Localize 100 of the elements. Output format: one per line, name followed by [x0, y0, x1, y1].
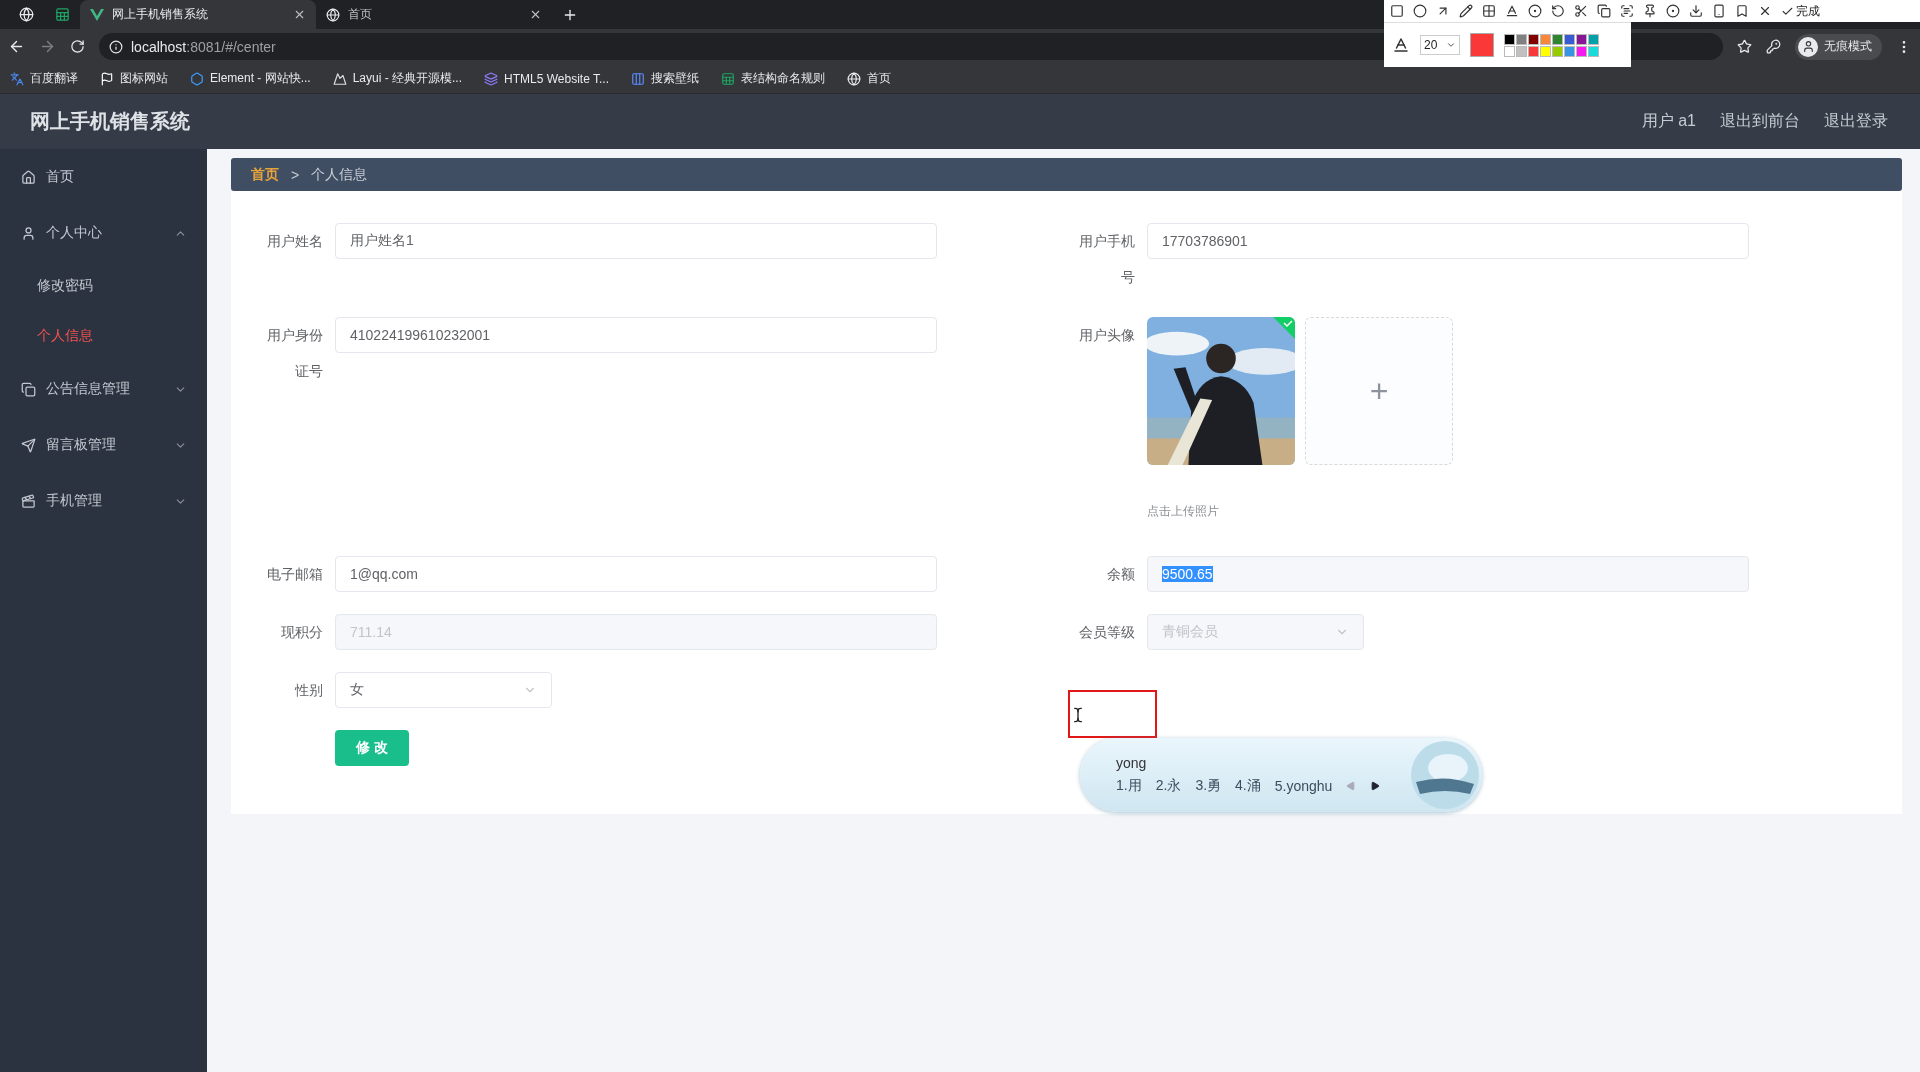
forward-icon[interactable]: [39, 38, 56, 55]
color-swatch[interactable]: [1588, 45, 1599, 57]
ime-candidate[interactable]: 3.勇: [1195, 777, 1222, 795]
color-swatch[interactable]: [1516, 33, 1527, 45]
info-icon: [109, 39, 123, 54]
sidebar-item[interactable]: 首页: [0, 149, 207, 205]
hexagon-icon: [190, 71, 204, 86]
breadcrumb-link[interactable]: 首页: [251, 165, 279, 184]
next-page-icon[interactable]: [1370, 781, 1381, 791]
done-button[interactable]: 完成: [1781, 2, 1820, 20]
download-icon[interactable]: [1689, 4, 1703, 18]
input-field[interactable]: 17703786901: [1147, 223, 1749, 259]
font-size-select[interactable]: 20: [1420, 35, 1460, 55]
ime-composition-text: yong: [1116, 755, 1148, 771]
bookmark-link[interactable]: 搜索壁纸: [631, 70, 699, 87]
bookmark-icon[interactable]: [1735, 4, 1749, 18]
select-field[interactable]: 女: [335, 672, 552, 708]
sheet-icon: [721, 71, 735, 86]
phone-icon[interactable]: [1712, 4, 1726, 18]
key-icon[interactable]: [1766, 39, 1781, 54]
header-link[interactable]: 用户 a1: [1641, 111, 1696, 132]
scan-text-icon[interactable]: [1620, 4, 1634, 18]
header-link[interactable]: 退出登录: [1824, 111, 1888, 132]
undo-icon[interactable]: [1551, 4, 1565, 18]
color-swatch[interactable]: [1588, 33, 1599, 45]
color-swatch[interactable]: [1564, 45, 1575, 57]
rectangle-icon[interactable]: [1390, 4, 1404, 18]
input-field[interactable]: 410224199610232001: [335, 317, 937, 353]
color-swatch[interactable]: [1552, 45, 1563, 57]
field-label: 性别: [293, 681, 323, 700]
pencil-icon[interactable]: [1459, 4, 1473, 18]
close-icon[interactable]: [1758, 4, 1772, 18]
field-label: 现积分: [280, 623, 323, 642]
sheet-icon: [54, 7, 70, 22]
ime-candidate[interactable]: 4.涌: [1235, 777, 1261, 795]
close-icon[interactable]: [529, 8, 542, 21]
color-swatch[interactable]: [1552, 33, 1563, 45]
sidebar-subitem[interactable]: 修改密码: [0, 261, 207, 311]
field-label: 会员等级: [1078, 623, 1135, 642]
flag-icon: [100, 71, 114, 86]
field-label: 电子邮箱: [266, 565, 323, 584]
bookmark-link[interactable]: Element - 网站快...: [190, 70, 311, 87]
bookmark-link[interactable]: 百度翻译: [10, 70, 78, 87]
breadcrumb-separator: >: [291, 166, 300, 183]
home-icon: [21, 169, 36, 185]
copy-icon: [21, 381, 36, 397]
color-swatch[interactable]: [1564, 33, 1575, 45]
input-field[interactable]: 1@qq.com: [335, 556, 937, 592]
current-color-swatch[interactable]: [1470, 33, 1494, 57]
circle-icon[interactable]: [1413, 4, 1427, 18]
mosaic-icon[interactable]: [1482, 4, 1496, 18]
url-text: localhost:8081/#/center: [131, 38, 276, 55]
copy-icon[interactable]: [1597, 4, 1611, 18]
bookmark-link[interactable]: Layui - 经典开源模...: [332, 70, 463, 87]
color-swatch[interactable]: [1576, 45, 1587, 57]
tab-title: 首页: [348, 6, 373, 23]
color-swatch[interactable]: [1576, 33, 1587, 45]
sidebar-item[interactable]: 个人中心: [0, 205, 207, 261]
record-icon[interactable]: [1666, 4, 1680, 18]
input-field[interactable]: 用户姓名1: [335, 223, 937, 259]
chevron-down-icon: [1446, 40, 1456, 50]
color-swatch[interactable]: [1504, 45, 1515, 57]
color-swatch[interactable]: [1528, 33, 1539, 45]
color-swatch[interactable]: [1528, 45, 1539, 57]
field-label: 用户手机号: [1078, 232, 1135, 287]
sidebar-item[interactable]: 手机管理: [0, 473, 207, 529]
text-tool-icon[interactable]: [1505, 4, 1519, 18]
scissors-icon[interactable]: [1574, 4, 1588, 18]
globe-icon: [847, 71, 861, 86]
pin-icon[interactable]: [1643, 4, 1657, 18]
ime-candidate[interactable]: 1.用: [1116, 777, 1142, 795]
field-label: 用户头像: [1078, 326, 1135, 345]
bookmark-link[interactable]: 图标网站: [100, 70, 168, 87]
field-label: 用户姓名: [266, 232, 323, 251]
sidebar-item[interactable]: 公告信息管理: [0, 361, 207, 417]
bookmark-link[interactable]: 表结构命名规则: [721, 70, 825, 87]
star-icon[interactable]: [1737, 39, 1752, 54]
field-value: 17703786901: [1162, 233, 1248, 249]
color-swatch[interactable]: [1504, 33, 1515, 45]
browser-tab[interactable]: 网上手机销售系统: [80, 0, 316, 29]
sidebar-item[interactable]: 留言板管理: [0, 417, 207, 473]
bookmark-link[interactable]: 首页: [847, 70, 891, 87]
bookmark-link[interactable]: HTML5 Website T...: [484, 71, 609, 86]
browser-tab[interactable]: 首页: [316, 0, 552, 29]
field-label: 余额: [1106, 565, 1135, 584]
close-icon[interactable]: [293, 8, 306, 21]
header-link[interactable]: 退出到前台: [1720, 111, 1800, 132]
profile-chip[interactable]: 无痕模式: [1795, 33, 1882, 60]
ime-candidate[interactable]: 5.yonghu: [1274, 778, 1333, 794]
field-value: 1@qq.com: [350, 566, 418, 582]
globe-icon: [18, 7, 34, 22]
color-swatch[interactable]: [1540, 45, 1551, 57]
reload-icon[interactable]: [70, 39, 85, 54]
color-swatch[interactable]: [1540, 33, 1551, 45]
sidebar-subitem[interactable]: 个人信息: [0, 311, 207, 361]
mountain-icon: [332, 71, 347, 86]
color-swatch[interactable]: [1516, 45, 1527, 57]
back-icon[interactable]: [8, 38, 25, 55]
ime-candidate[interactable]: 2.永: [1155, 777, 1182, 795]
v-logo-icon: [90, 8, 104, 21]
